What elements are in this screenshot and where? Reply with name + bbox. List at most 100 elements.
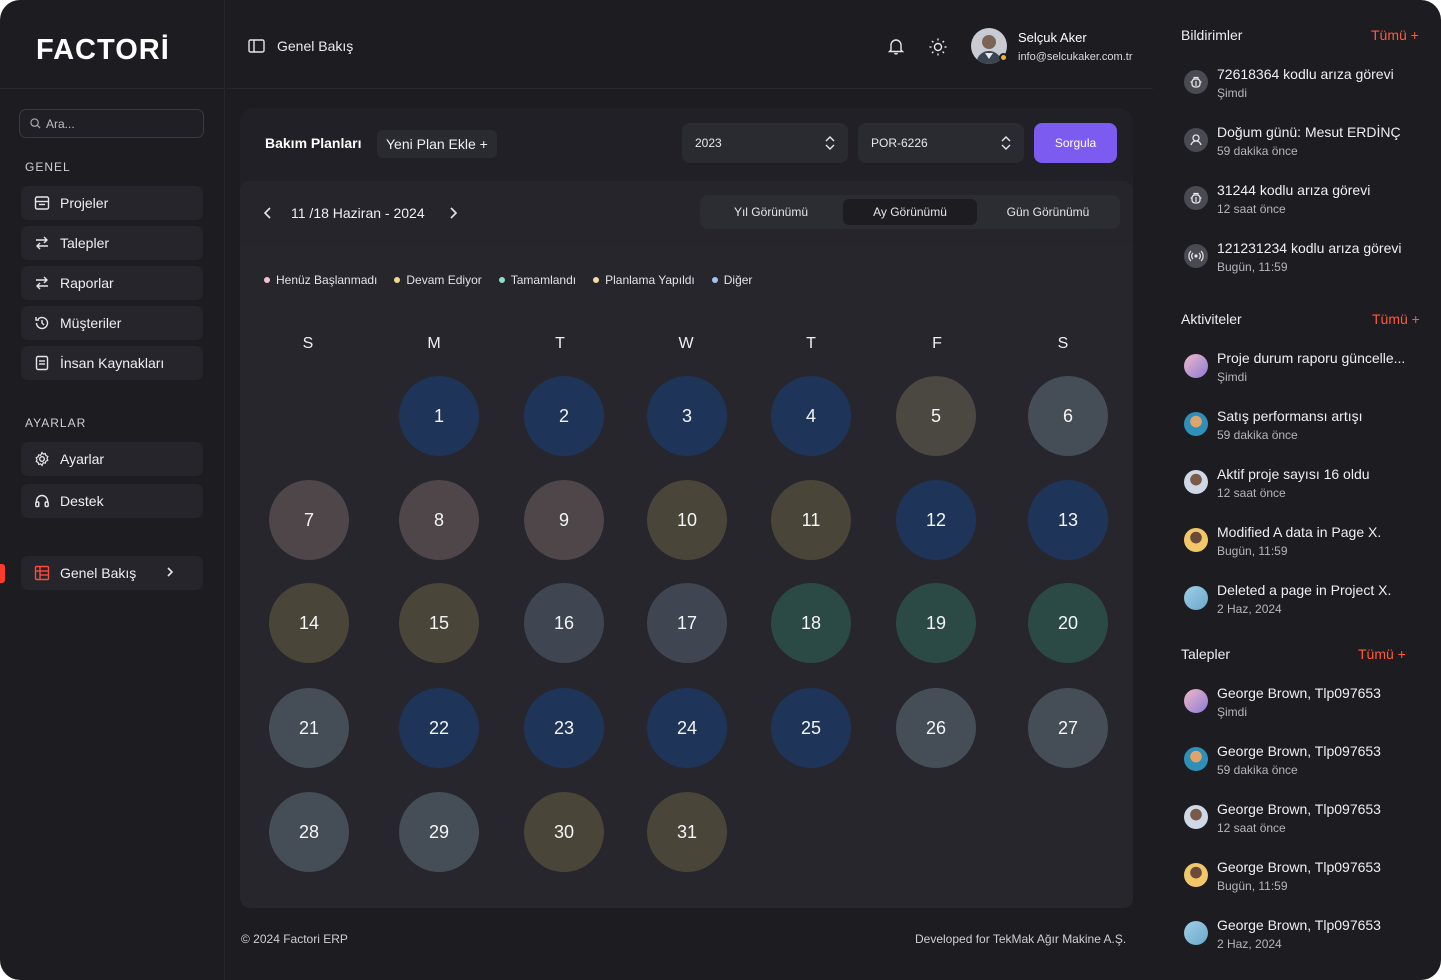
calendar-day[interactable]: 11	[771, 480, 851, 560]
request-title: George Brown, Tlp097653	[1217, 685, 1381, 701]
avatar	[1184, 586, 1208, 610]
section-title-settings: AYARLAR	[25, 416, 87, 430]
date-range: 11 /18 Haziran - 2024	[291, 205, 425, 221]
logo: FACTORİ	[36, 34, 170, 66]
grid-icon	[34, 565, 50, 581]
calendar-day[interactable]: 21	[269, 688, 349, 768]
projects-icon	[34, 196, 50, 210]
calendar-day[interactable]: 4	[771, 376, 851, 456]
activities-title: Aktiviteler	[1181, 311, 1242, 327]
avatar	[1184, 470, 1208, 494]
top-bar: Genel Bakış Selçuk Aker info@selcukaker.…	[226, 0, 1153, 89]
calendar-day[interactable]: 27	[1028, 688, 1108, 768]
requests-all-link[interactable]: Tümü +	[1358, 646, 1406, 662]
calendar-day[interactable]: 15	[399, 583, 479, 663]
calendar-day[interactable]: 23	[524, 688, 604, 768]
calendar-day[interactable]: 7	[269, 480, 349, 560]
sidebar-item-reports[interactable]: Raporlar	[21, 266, 203, 300]
calendar-day[interactable]: 18	[771, 583, 851, 663]
notification-title: 31244 kodlu arıza görevi	[1217, 182, 1371, 198]
calendar-day[interactable]: 22	[399, 688, 479, 768]
calendar-day[interactable]: 1	[399, 376, 479, 456]
activity-time: 2 Haz, 2024	[1217, 602, 1282, 616]
user-name: Selçuk Aker	[1018, 30, 1087, 45]
sun-icon[interactable]	[928, 37, 948, 57]
notification-time: 12 saat önce	[1217, 202, 1286, 216]
calendar-day[interactable]: 28	[269, 792, 349, 872]
tab-day-view[interactable]: Gün Görünümü	[981, 199, 1115, 225]
calendar-day[interactable]: 8	[399, 480, 479, 560]
sidebar-item-customers[interactable]: Müşteriler	[21, 306, 203, 340]
chevron-right-icon[interactable]	[447, 207, 459, 219]
code-select[interactable]: POR-6226	[858, 123, 1024, 163]
bug-icon	[1184, 186, 1208, 210]
calendar-day[interactable]: 31	[647, 792, 727, 872]
calendar-header: 11 /18 Haziran - 2024 Yıl Görünümü Ay Gö…	[240, 181, 1133, 245]
calendar-day[interactable]: 19	[896, 583, 976, 663]
request-time: 12 saat önce	[1217, 821, 1286, 835]
tab-year-view[interactable]: Yıl Görünümü	[704, 199, 838, 225]
weekday-label: S	[302, 335, 314, 352]
avatar	[1184, 805, 1208, 829]
activity-time: 12 saat önce	[1217, 486, 1286, 500]
avatar	[1184, 689, 1208, 713]
search-input[interactable]: Ara...	[19, 109, 204, 138]
weekday-label: T	[806, 335, 816, 352]
sidebar-item-overview[interactable]: Genel Bakış	[21, 556, 203, 590]
activities-all-link[interactable]: Tümü +	[1372, 311, 1420, 327]
calendar-day[interactable]: 25	[771, 688, 851, 768]
calendar-day[interactable]: 29	[399, 792, 479, 872]
search-icon	[30, 118, 41, 129]
notification-title: 121231234 kodlu arıza görevi	[1217, 240, 1402, 256]
calendar-day[interactable]: 17	[647, 583, 727, 663]
calendar-day[interactable]: 2	[524, 376, 604, 456]
calendar-day[interactable]: 26	[896, 688, 976, 768]
calendar-day[interactable]: 16	[524, 583, 604, 663]
weekday-label: F	[932, 335, 942, 352]
sidebar-item-label: Projeler	[60, 195, 109, 211]
document-icon	[35, 355, 49, 371]
activity-title: Deleted a page in Project X.	[1217, 582, 1392, 598]
calendar-day[interactable]: 3	[647, 376, 727, 456]
calendar-day[interactable]: 30	[524, 792, 604, 872]
user-email: info@selcukaker.com.tr	[1018, 51, 1133, 63]
sidebar-item-label: Raporlar	[60, 275, 114, 291]
bell-icon[interactable]	[887, 37, 905, 55]
tab-month-view[interactable]: Ay Görünümü	[843, 199, 977, 225]
calendar-day[interactable]: 10	[647, 480, 727, 560]
headset-icon	[35, 494, 49, 508]
legend-item: Henüz Başlanmadı	[264, 273, 377, 287]
notification-time: 59 dakika önce	[1217, 144, 1298, 158]
calendar-day[interactable]: 6	[1028, 376, 1108, 456]
sidebar-toggle-icon[interactable]	[248, 39, 265, 53]
sidebar-item-requests[interactable]: Talepler	[21, 226, 203, 260]
sidebar-item-hr[interactable]: İnsan Kaynakları	[21, 346, 203, 380]
calendar-day[interactable]: 14	[269, 583, 349, 663]
request-time: 59 dakika önce	[1217, 763, 1298, 777]
avatar	[1184, 921, 1208, 945]
page-title: Genel Bakış	[277, 38, 354, 54]
sidebar-item-support[interactable]: Destek	[21, 484, 203, 518]
user-icon	[1184, 128, 1208, 152]
sidebar-item-settings[interactable]: Ayarlar	[21, 442, 203, 476]
sidebar-item-projects[interactable]: Projeler	[21, 186, 203, 220]
calendar-day[interactable]: 20	[1028, 583, 1108, 663]
calendar-day[interactable]: 5	[896, 376, 976, 456]
avatar	[1184, 863, 1208, 887]
query-button[interactable]: Sorgula	[1034, 123, 1117, 163]
request-time: Bugün, 11:59	[1217, 879, 1288, 893]
status-legend: Henüz Başlanmadı Devam Ediyor Tamamlandı…	[264, 273, 769, 287]
legend-item: Tamamlandı	[498, 273, 576, 287]
notification-title: Doğum günü: Mesut ERDİNÇ	[1217, 124, 1401, 140]
sidebar-item-label: Talepler	[60, 235, 110, 251]
calendar-day[interactable]: 9	[524, 480, 604, 560]
year-select[interactable]: 2023	[682, 123, 848, 163]
history-icon	[35, 316, 49, 330]
notifications-all-link[interactable]: Tümü +	[1371, 27, 1419, 43]
add-plan-button[interactable]: Yeni Plan Ekle +	[377, 130, 497, 158]
calendar-day[interactable]: 13	[1028, 480, 1108, 560]
chevron-left-icon[interactable]	[262, 207, 274, 219]
calendar-day[interactable]: 12	[896, 480, 976, 560]
calendar-day[interactable]: 24	[647, 688, 727, 768]
code-select-value: POR-6226	[871, 136, 928, 150]
